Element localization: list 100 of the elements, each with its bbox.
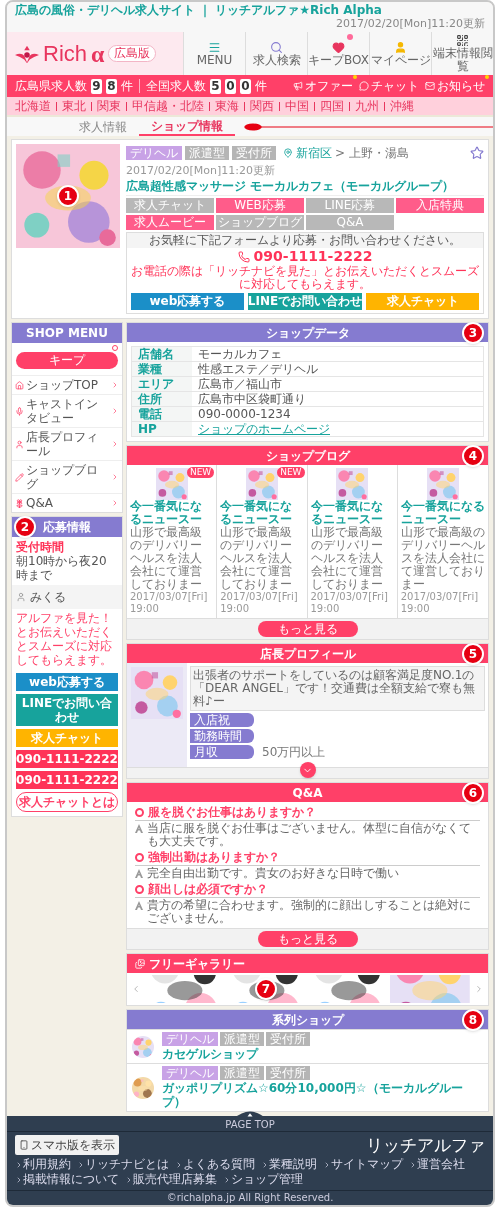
count-digit: 0 (225, 78, 236, 94)
footer-link[interactable]: 利用規約 (15, 1157, 71, 1172)
quick-link[interactable]: オファー (293, 77, 353, 95)
footer-link[interactable]: よくある質問 (175, 1157, 255, 1172)
header-nav-button[interactable]: マイページ (369, 32, 431, 75)
callout-number: 2 (14, 516, 36, 538)
data-value: 090-0000-1234 (197, 407, 292, 421)
answer-text: 当店に服を脱ぐお仕事はございません。体型に自信がなくても大丈夫です。 (147, 822, 472, 848)
callout-number: 5 (462, 643, 484, 665)
profile-value: 50万円以上 (262, 745, 326, 759)
category-tag: 派遣型 (185, 146, 229, 160)
person-icon (394, 40, 407, 54)
page-tab[interactable]: ショップ情報 (139, 117, 235, 136)
region-link[interactable]: 東海 (215, 97, 239, 115)
apply-button[interactable]: web応募する (16, 673, 118, 691)
quick-link[interactable]: チャット (359, 77, 419, 95)
update-time: 2017/02/20[Mon]11:20更新 (336, 17, 485, 31)
section-title: ショップデータ (265, 324, 350, 342)
shop-menu-item[interactable]: ショップTOP (12, 375, 122, 394)
region-link[interactable]: 東北 (62, 97, 86, 115)
more-button[interactable]: もっと見る (257, 931, 358, 947)
footer-link[interactable]: 掲載情報について (15, 1172, 119, 1187)
header-nav-button[interactable]: 端末情報閲覧 (431, 32, 493, 75)
data-label: エリア (132, 377, 192, 391)
shop-menu-item[interactable]: キャストインタビュー (12, 394, 122, 427)
answer-icon (135, 824, 143, 833)
header-nav-button[interactable]: キープBOX (307, 32, 369, 75)
feature-tab[interactable]: 求人チャット (126, 198, 214, 213)
header-nav-button[interactable]: 求人検索 (245, 32, 307, 75)
chevron-icon (77, 1160, 85, 1169)
region-link[interactable]: 北海道 (15, 97, 51, 115)
data-value: モーカルカフェ (197, 347, 283, 361)
category-tag: 受付所 (232, 146, 276, 160)
header-nav-button[interactable]: MENU (183, 32, 245, 75)
feature-tab[interactable]: LINE応募 (306, 198, 394, 213)
site-tagline: 広島の風俗・デリヘル求人サイト ｜ リッチアルファ★Rich Alpha (15, 3, 382, 17)
chevron-icon (111, 381, 119, 389)
category-tag: 受付所 (266, 1032, 310, 1046)
star-badge-icon (470, 146, 484, 160)
chevron-icon (261, 1160, 269, 1169)
data-label: HP (132, 422, 192, 436)
feature-tab[interactable]: 求人ムービー (126, 215, 214, 230)
blog-date: 2017/03/07[Fri] 19:00 (130, 591, 209, 615)
region-link[interactable]: 九州 (355, 97, 379, 115)
expand-button[interactable] (299, 762, 316, 778)
homepage-link[interactable]: ショップのホームページ (192, 422, 336, 436)
section-title: 系列ショップ (271, 1011, 344, 1029)
blog-card[interactable]: NEW 今一番気になるニュースー 山形で最高級のデリバリーヘルスを法人会社にて運営しておりまー 2017/03/07[Fri] 19:00 (217, 465, 308, 618)
apply-button[interactable]: 求人チャットとは (16, 792, 118, 812)
area-link[interactable]: 新宿区 (296, 144, 332, 162)
shop-menu-item[interactable]: 店長プロフィール (12, 427, 122, 460)
blog-excerpt: 山形で最高級のデリバリーヘルスを法人会社にて運営しておりまー (310, 526, 384, 591)
page-top-link[interactable]: PAGE TOP (225, 1119, 275, 1131)
feature-tab[interactable]: WEB応募 (216, 198, 304, 213)
blog-card[interactable]: 今一番気になるニュースー 山形で最高級のデリバリーヘルスを法人会社にて運営しておりまー 2017/03/07[Fri] 19:00 (307, 465, 398, 618)
footer-link[interactable]: 販売代理店募集 (125, 1172, 217, 1187)
shop-menu-item[interactable]: ショップブログ (12, 460, 122, 493)
region-link[interactable]: 中国 (285, 97, 309, 115)
logo-text: Rich (43, 42, 87, 65)
footer-link[interactable]: ショップ管理 (223, 1172, 303, 1187)
footer-logo: リッチアルファ (366, 1135, 485, 1155)
apply-button[interactable]: 090-1111-2222 (16, 750, 118, 768)
region-link[interactable]: 関西 (250, 97, 274, 115)
shop-menu-item[interactable]: Q&A (12, 493, 122, 512)
footer-link[interactable]: リッチナビとは (77, 1157, 169, 1172)
data-label: 住所 (132, 392, 192, 406)
mail-icon (425, 81, 435, 91)
keep-button[interactable]: キープ (16, 352, 118, 369)
blog-date: 2017/03/07[Fri] 19:00 (220, 591, 299, 615)
apply-button[interactable]: 090-1111-2222 (16, 771, 118, 789)
contact-button[interactable]: web応募する (131, 293, 244, 310)
blog-excerpt: 山形で最高級のデリバリーヘルスを法人会社にて運営しておりまー (130, 526, 203, 591)
smartphone-button[interactable]: スマホ版を表示 (15, 1135, 119, 1155)
callout-number: 3 (462, 322, 484, 344)
region-link[interactable]: 関東 (97, 97, 121, 115)
footer-link[interactable]: 運営会社 (409, 1157, 465, 1172)
blog-card[interactable]: 今一番気になるニュースー 山形で最高級のデリバリーヘルスを法人会社にて運営しておりまー 2017/03/07[Fri] 19:00 (397, 465, 488, 618)
footer-link[interactable]: 業種説明 (261, 1157, 317, 1172)
quick-link[interactable]: お知らせ (425, 77, 485, 95)
callout-number: 6 (462, 782, 484, 804)
region-link[interactable]: 四国 (320, 97, 344, 115)
microphone-icon (15, 406, 24, 416)
data-value: 広島市／福山市 (197, 377, 283, 391)
more-button[interactable]: もっと見る (257, 621, 358, 637)
sister-shop-link[interactable]: ガッポリプリズム☆60分10,000円☆（モーカルグループ） (162, 1081, 483, 1109)
count-digit: 5 (210, 78, 221, 94)
region-link[interactable]: 甲信越・北陸 (132, 97, 204, 115)
edition-badge[interactable]: 広島版 (108, 45, 157, 62)
data-label: 店舗名 (132, 347, 192, 361)
region-link[interactable]: 沖縄 (390, 97, 414, 115)
apply-button[interactable]: LINEでお問い合わせ (16, 694, 118, 726)
page-tab[interactable]: 求人情報 (67, 117, 139, 136)
footer-link[interactable]: サイトマップ (323, 1157, 403, 1172)
contact-button[interactable]: LINEでお問い合わせ (247, 293, 363, 310)
blog-card[interactable]: NEW 今一番気になるニュースー 山形で最高級のデリバリーヘルスを法人会社にて運営しておりまー 2017/03/07[Fri] 19:00 (127, 465, 218, 618)
feature-tab[interactable]: Q&A (306, 215, 394, 230)
question-icon (135, 853, 144, 862)
sister-shop-link[interactable]: カセゲルショップ (162, 1047, 310, 1061)
feature-tab[interactable]: 入店特典 (396, 198, 484, 213)
profile-label: 月収 (190, 745, 254, 759)
